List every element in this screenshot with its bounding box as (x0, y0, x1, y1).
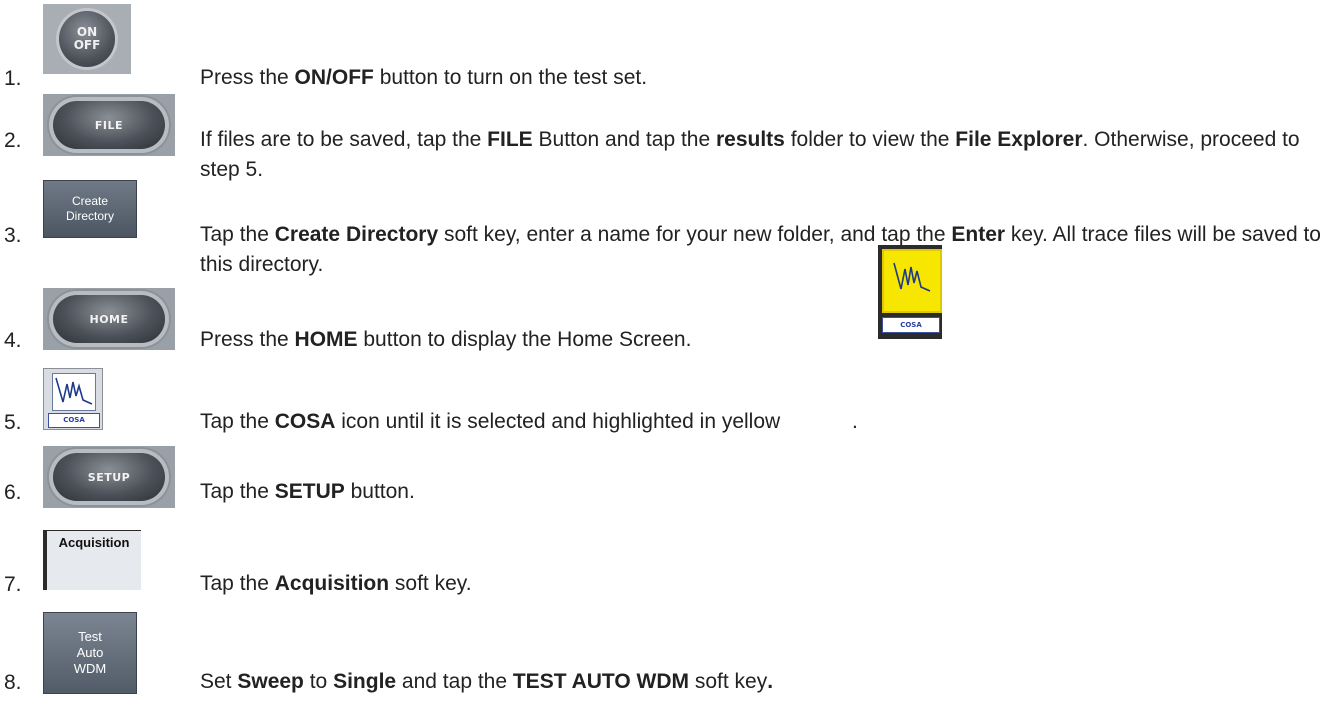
step-text: Tap the Acquisition soft key. (200, 572, 472, 595)
step-number: 8. (4, 671, 22, 694)
step-5: COSA 5. Tap the COSA icon until it is se… (0, 0, 1341, 434)
step-number: 5. (4, 411, 22, 434)
step-text: Tap the Create Directory soft key, enter… (200, 223, 1321, 276)
spectrum-graph-icon (893, 262, 931, 292)
home-button-icon: HOME (43, 288, 175, 350)
step-number: 6. (4, 481, 22, 504)
step-text: Press the ON/OFF button to turn on the t… (200, 66, 648, 89)
step-number: 1. (4, 67, 22, 90)
create-directory-softkey-icon: Create Directory (43, 180, 137, 238)
spectrum-graph-icon (52, 373, 96, 411)
step-text: If files are to be saved, tap the FILE B… (200, 128, 1300, 181)
step-number: 2. (4, 129, 22, 152)
step-text: Set Sweep to Single and tap the TEST AUT… (200, 670, 774, 693)
cosa-selected-icon: COSA (878, 245, 942, 339)
test-auto-wdm-softkey-icon: Test Auto WDM (43, 612, 137, 694)
setup-button-icon: SETUP (43, 446, 175, 508)
step-text: Press the HOME button to display the Hom… (200, 328, 692, 351)
step-number: 3. (4, 224, 22, 247)
cosa-icon: COSA (43, 368, 103, 430)
file-button-icon: FILE (43, 94, 175, 156)
step-text: Tap the SETUP button. (200, 480, 415, 503)
step-number: 4. (4, 329, 22, 352)
step-number: 7. (4, 573, 22, 596)
acquisition-softkey-icon: Acquisition (43, 530, 141, 590)
step-text: Tap the COSA icon until it is selected a… (200, 410, 858, 433)
